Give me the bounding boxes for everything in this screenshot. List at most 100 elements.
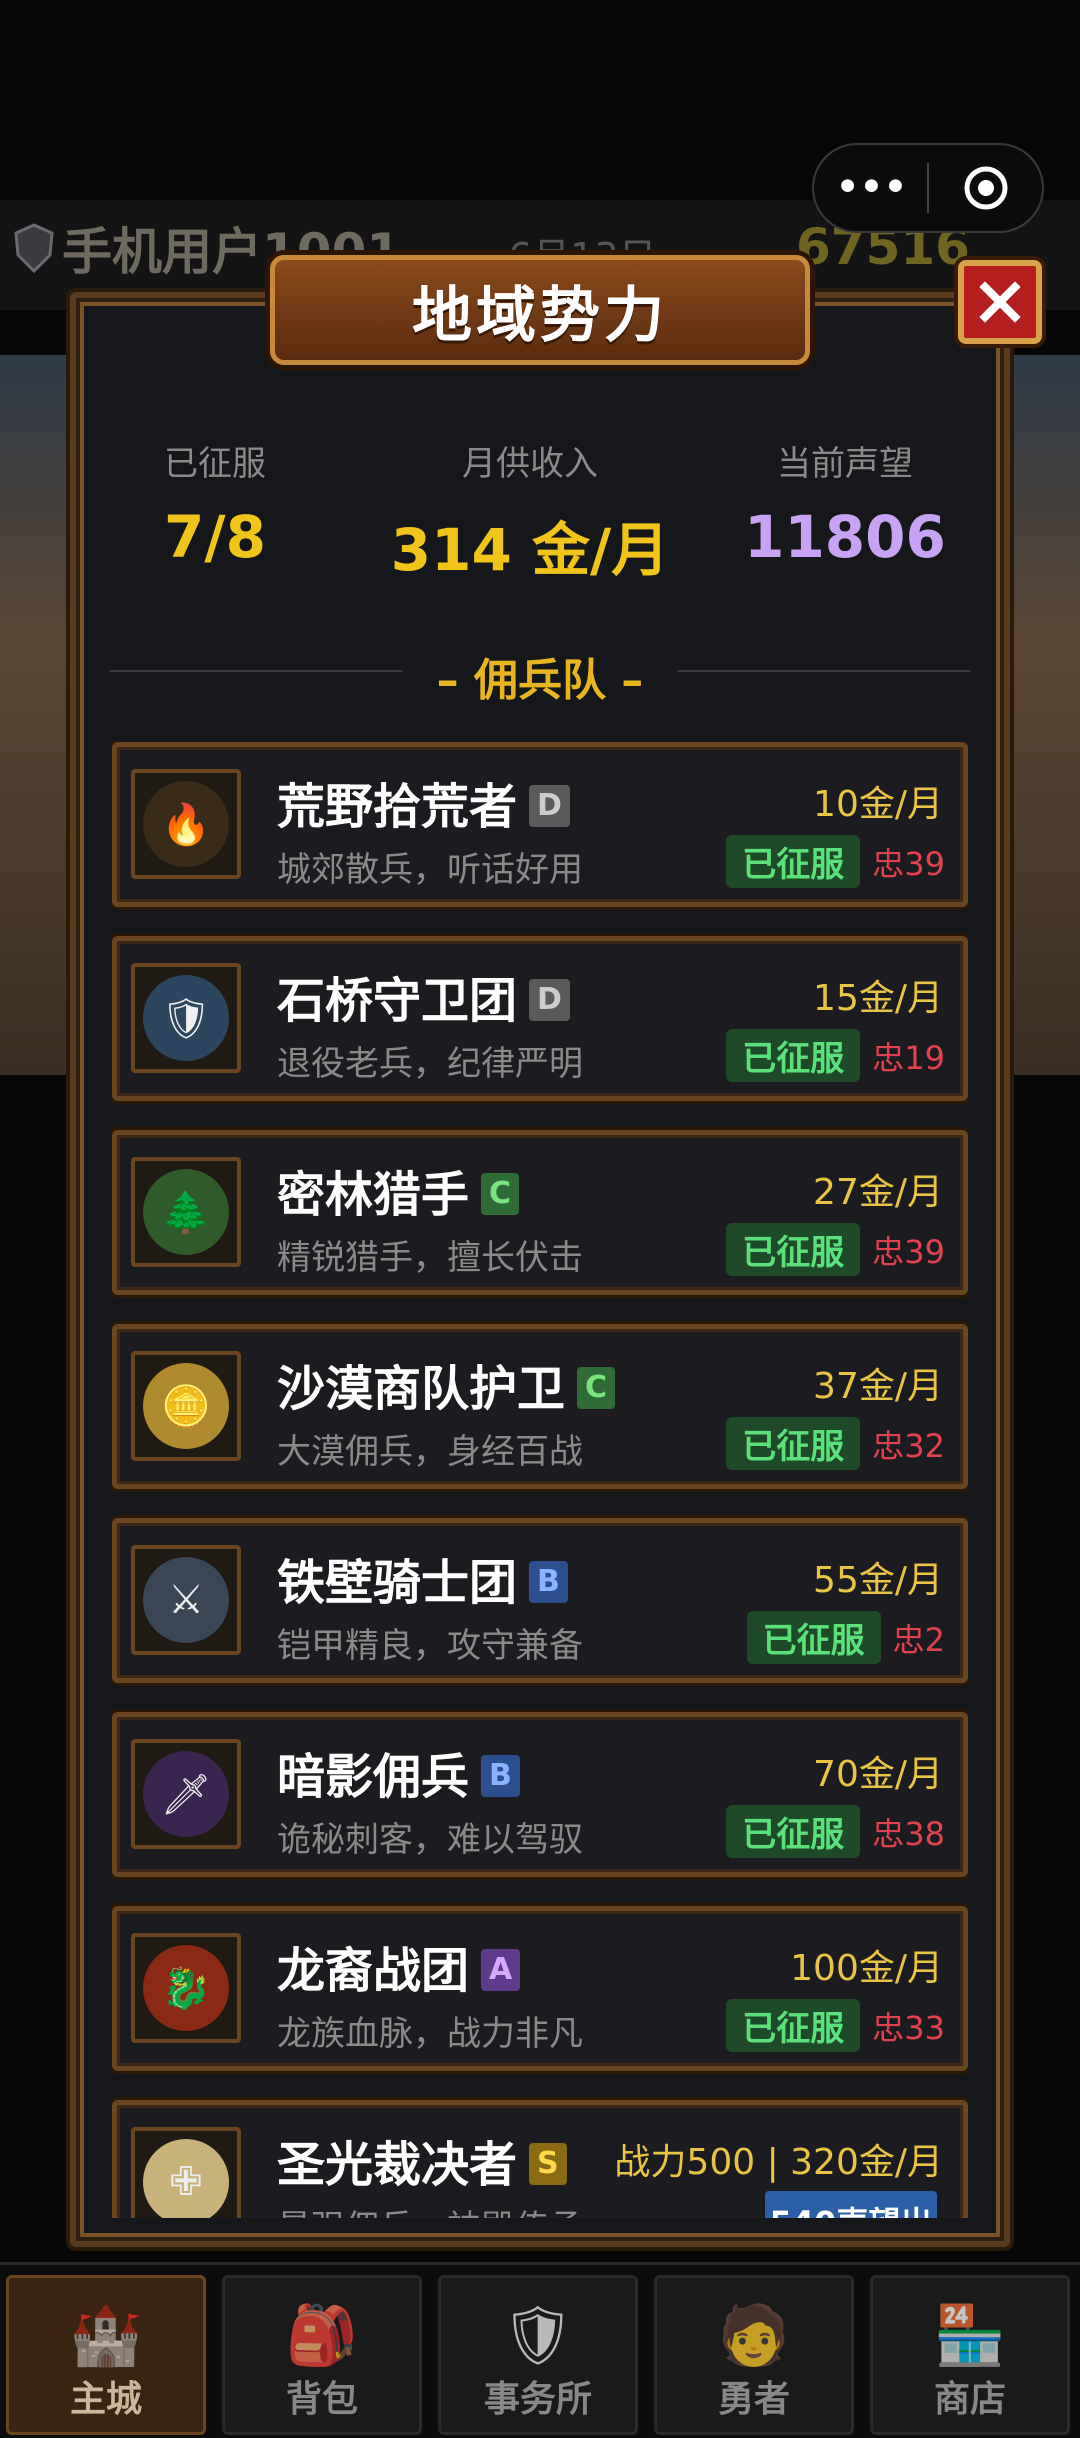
- nav-label: 商店: [933, 2379, 1006, 2420]
- stat-value: 11806: [744, 503, 946, 571]
- stat-monthly-income: 月供收入 314 金/月: [360, 436, 700, 587]
- mercenary-card[interactable]: 🌲 密林猎手 C 精锐猎手，擅长伏击 27金/月 已征服 忠39: [112, 1130, 968, 1295]
- nav-label: 勇者: [717, 2379, 790, 2420]
- bottom-nav: 🏰 主城 🎒 背包 🛡 事务所 🧑 勇者 🏪 商店: [0, 2262, 1080, 2438]
- mercenary-name-text: 圣光裁决者: [277, 2137, 518, 2193]
- mercenary-price: 70金/月: [813, 1754, 943, 1795]
- section-divider-right: [678, 670, 970, 672]
- guild-shield-icon: 🛡: [501, 2301, 575, 2369]
- castle-icon: 🏰: [69, 2301, 143, 2369]
- status-group: 已征服 忠39: [726, 1223, 945, 1276]
- grade-badge: C: [577, 1367, 616, 1409]
- nav-tab[interactable]: 🏪 商店: [870, 2275, 1070, 2435]
- recruit-button[interactable]: 540声望出: [765, 2191, 937, 2218]
- stat-conquered: 已征服 7/8: [100, 436, 330, 571]
- conquered-badge: 已征服: [726, 1999, 861, 2052]
- section-title: – 佣兵队 –: [436, 655, 644, 706]
- nav-tab[interactable]: 🎒 背包: [222, 2275, 422, 2435]
- status-group: 已征服 忠19: [726, 1029, 945, 1082]
- mercenary-name-text: 暗影佣兵: [277, 1749, 470, 1805]
- more-menu-icon[interactable]: •••: [814, 166, 927, 210]
- mercenary-price: 27金/月: [813, 1172, 943, 1213]
- status-group: 已征服 忠2: [746, 1611, 945, 1664]
- conquered-badge: 已征服: [726, 1805, 861, 1858]
- mercenary-price: 55金/月: [813, 1560, 943, 1601]
- mercenary-name-text: 密林猎手: [277, 1167, 470, 1223]
- mercenary-list[interactable]: 🔥 荒野拾荒者 D 城郊散兵，听话好用 10金/月 已征服 忠39 🛡 石桥守卫团…: [112, 742, 968, 2218]
- loyalty-value: 忠39: [872, 844, 945, 883]
- mercenary-name: 荒野拾荒者 D: [277, 767, 570, 837]
- mercenary-price: 100金/月: [790, 1948, 943, 1989]
- loyalty-value: 忠2: [892, 1620, 945, 1659]
- conquered-badge: 已征服: [746, 1611, 881, 1664]
- modal-title: 地域势力: [412, 280, 668, 351]
- backpack-icon: 🎒: [285, 2301, 359, 2369]
- mercenary-badge: 🪙: [131, 1351, 241, 1461]
- nav-tab[interactable]: 🧑 勇者: [654, 2275, 854, 2435]
- stat-label: 月供收入: [462, 444, 598, 484]
- mercenary-price: 10金/月: [813, 784, 943, 825]
- mercenary-description: 城郊散兵，听话好用: [277, 850, 583, 890]
- mercenary-card[interactable]: 🔥 荒野拾荒者 D 城郊散兵，听话好用 10金/月 已征服 忠39: [112, 742, 968, 907]
- mercenary-name: 铁壁骑士团 B: [277, 1543, 568, 1613]
- close-button[interactable]: [958, 260, 1042, 344]
- nav-label: 事务所: [483, 2379, 592, 2420]
- background-scene-right: [1000, 355, 1080, 1075]
- mercenary-badge: 🐉: [131, 1933, 241, 2043]
- mercenary-name: 密林猎手 C: [277, 1155, 520, 1225]
- status-group: 已征服 忠32: [726, 1417, 945, 1470]
- loyalty-value: 忠39: [872, 1232, 945, 1271]
- mercenary-name: 龙裔战团 A: [277, 1931, 521, 2001]
- mercenary-description: 铠甲精良，攻守兼备: [277, 1626, 583, 1666]
- mercenary-badge: ✙: [131, 2127, 241, 2218]
- stat-value: 7/8: [164, 503, 266, 571]
- loyalty-value: 忠33: [872, 2008, 945, 2047]
- mercenary-price: 15金/月: [813, 978, 943, 1019]
- conquered-badge: 已征服: [726, 1029, 861, 1082]
- nav-tab[interactable]: 🏰 主城: [6, 2275, 206, 2435]
- mercenary-name-text: 沙漠商队护卫: [277, 1361, 566, 1417]
- background-scene-left: [0, 355, 80, 1075]
- shadow-blade-icon: 🗡: [143, 1751, 229, 1837]
- mercenary-card[interactable]: ⚔ 铁壁骑士团 B 铠甲精良，攻守兼备 55金/月 已征服 忠2: [112, 1518, 968, 1683]
- grade-badge: C: [481, 1173, 520, 1215]
- user-shield-icon: [14, 223, 54, 273]
- mercenary-description: 诡秘刺客，难以驾驭: [277, 1820, 583, 1860]
- stat-reputation: 当前声望 11806: [710, 436, 980, 571]
- mercenary-name: 沙漠商队护卫 C: [277, 1349, 616, 1419]
- stat-label: 已征服: [164, 444, 266, 484]
- status-group: 已征服 忠33: [726, 1999, 945, 2052]
- grade-badge: D: [529, 785, 570, 827]
- status-group: 已征服 忠38: [726, 1805, 945, 1858]
- grade-badge: A: [481, 1949, 521, 1991]
- modal-title-banner: 地域势力: [270, 255, 810, 365]
- mercenary-card[interactable]: 🐉 龙裔战团 A 龙族血脉，战力非凡 100金/月 已征服 忠33: [112, 1906, 968, 2071]
- mercenary-name: 圣光裁决者 S: [277, 2125, 567, 2195]
- loyalty-value: 忠32: [872, 1426, 945, 1465]
- mercenary-card[interactable]: 🪙 沙漠商队护卫 C 大漠佣兵，身经百战 37金/月 已征服 忠32: [112, 1324, 968, 1489]
- conquered-badge: 已征服: [726, 835, 861, 888]
- dragon-emblem-icon: 🐉: [143, 1945, 229, 2031]
- mercenary-description: 退役老兵，纪律严明: [277, 1044, 583, 1084]
- close-miniprogram-icon[interactable]: [929, 163, 1042, 213]
- mercenary-badge: 🛡: [131, 963, 241, 1073]
- grade-badge: B: [529, 1561, 568, 1603]
- crossed-swords-shield-icon: ⚔: [143, 1557, 229, 1643]
- nav-label: 背包: [285, 2379, 358, 2420]
- mercenary-card[interactable]: ✙ 圣光裁决者 S 最强佣兵，神殿传承 战力500 | 320金/月 540声望出: [112, 2100, 968, 2218]
- mercenary-card[interactable]: 🗡 暗影佣兵 B 诡秘刺客，难以驾驭 70金/月 已征服 忠38: [112, 1712, 968, 1877]
- holy-sun-icon: ✙: [143, 2139, 229, 2218]
- stat-value: 314 金/月: [390, 516, 670, 584]
- section-divider-left: [110, 670, 402, 672]
- nav-tab[interactable]: 🛡 事务所: [438, 2275, 638, 2435]
- status-group: 已征服 忠39: [726, 835, 945, 888]
- forest-emblem-icon: 🌲: [143, 1169, 229, 1255]
- conquered-badge: 已征服: [726, 1223, 861, 1276]
- grade-badge: B: [481, 1755, 520, 1797]
- mercenary-card[interactable]: 🛡 石桥守卫团 D 退役老兵，纪律严明 15金/月 已征服 忠19: [112, 936, 968, 1101]
- gold-coin-icon: 🪙: [143, 1363, 229, 1449]
- app-screen: { "topbar":{"user":"手机用户1001","date":"6月…: [0, 0, 1080, 2438]
- nav-label: 主城: [69, 2379, 142, 2420]
- grade-badge: S: [529, 2143, 567, 2185]
- mercenary-price: 战力500 | 320金/月: [614, 2142, 943, 2183]
